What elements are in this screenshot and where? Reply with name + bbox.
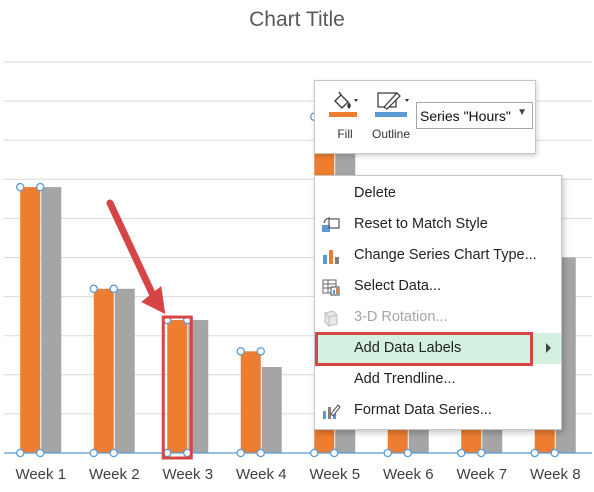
bar-hours-2[interactable]: [93, 288, 114, 453]
selection-handle[interactable]: [256, 347, 265, 356]
selection-handle[interactable]: [109, 284, 119, 294]
bar-hours-4[interactable]: [240, 351, 261, 453]
selection-handle[interactable]: [182, 315, 192, 325]
menu-item-select-data[interactable]: Select Data...: [315, 271, 561, 302]
context-menu: Delete Reset to Match Style Change Serie…: [314, 175, 562, 430]
x-tick-label: Week 3: [162, 466, 214, 483]
series-select-dropdown[interactable]: Series "Hours" ▼: [416, 102, 533, 129]
x-tick-label: Week 4: [235, 466, 287, 483]
menu-item-label: 3-D Rotation...: [354, 309, 448, 325]
bar-hours-3[interactable]: [167, 320, 188, 453]
bar-series-2-1[interactable]: [41, 187, 62, 453]
selection-handle[interactable]: [236, 347, 245, 356]
rotation-3d-icon: [324, 310, 338, 327]
x-tick-label: Week 8: [529, 466, 581, 483]
x-tick-label: Week 6: [382, 466, 434, 483]
submenu-arrow-icon: [546, 343, 551, 353]
selection-handle[interactable]: [403, 448, 412, 458]
outline-label: Outline: [371, 127, 411, 141]
outline-button[interactable]: Outline: [367, 87, 415, 149]
selection-handle[interactable]: [89, 284, 99, 294]
select-data-icon: [322, 279, 340, 296]
menu-item-label: Add Data Labels: [354, 340, 462, 356]
x-tick-label: Week 2: [88, 466, 140, 483]
selection-handle[interactable]: [162, 315, 172, 325]
menu-item-label: Format Data Series...: [354, 402, 492, 418]
selection-handle[interactable]: [109, 448, 119, 458]
selection-handle[interactable]: [36, 182, 45, 192]
selection-handle[interactable]: [236, 448, 245, 458]
selection-handle[interactable]: [162, 448, 172, 458]
menu-item-label: Add Trendline...: [354, 371, 456, 387]
menu-item-reset-to-match-style[interactable]: Reset to Match Style: [315, 209, 561, 240]
menu-item-3d-rotation[interactable]: 3-D Rotation...: [315, 302, 561, 333]
menu-item-label: Change Series Chart Type...: [354, 247, 537, 263]
bar-series-2-4[interactable]: [261, 366, 282, 453]
menu-item-label: Reset to Match Style: [354, 216, 488, 232]
x-tick-label: Week 5: [309, 466, 361, 483]
selection-handle[interactable]: [456, 448, 466, 458]
selection-handle[interactable]: [550, 448, 560, 458]
fill-label: Fill: [337, 127, 353, 141]
bar-series-2-3[interactable]: [188, 320, 209, 453]
menu-item-delete[interactable]: Delete: [315, 178, 561, 209]
selection-handle[interactable]: [182, 448, 192, 458]
selection-handle[interactable]: [530, 448, 540, 458]
menu-item-add-trendline[interactable]: Add Trendline...: [315, 364, 561, 395]
series-select-value: Series "Hours": [420, 108, 511, 124]
x-tick-label: Week 1: [15, 466, 67, 483]
selection-handle[interactable]: [89, 448, 99, 458]
menu-item-change-series-chart-type[interactable]: Change Series Chart Type...: [315, 240, 561, 271]
selection-handle[interactable]: [383, 448, 392, 458]
x-tick-label: Week 7: [456, 466, 508, 483]
selection-handle[interactable]: [256, 448, 265, 458]
bar-series-2-2[interactable]: [114, 288, 135, 453]
selection-handle[interactable]: [36, 448, 45, 458]
pencil-outline-icon: [375, 92, 409, 117]
selection-handle[interactable]: [476, 448, 486, 458]
fill-button[interactable]: Fill: [321, 87, 369, 149]
selection-handle[interactable]: [15, 182, 25, 192]
format-series-icon: [323, 404, 341, 419]
menu-item-add-data-labels[interactable]: Add Data Labels: [315, 333, 561, 364]
paint-bucket-icon: [329, 91, 358, 117]
menu-item-label: Delete: [354, 185, 396, 201]
menu-item-format-data-series[interactable]: Format Data Series...: [315, 395, 561, 426]
reset-style-icon: [322, 217, 340, 232]
chevron-down-icon: ▼: [517, 107, 527, 118]
chart-type-icon: [323, 250, 339, 264]
selection-handle[interactable]: [329, 448, 339, 458]
mini-toolbar: Fill Outline Series "Hours" ▼: [314, 80, 536, 154]
selection-handle[interactable]: [309, 448, 319, 458]
menu-item-label: Select Data...: [354, 278, 442, 294]
selection-handle[interactable]: [15, 448, 25, 458]
bar-hours-1[interactable]: [20, 187, 41, 453]
